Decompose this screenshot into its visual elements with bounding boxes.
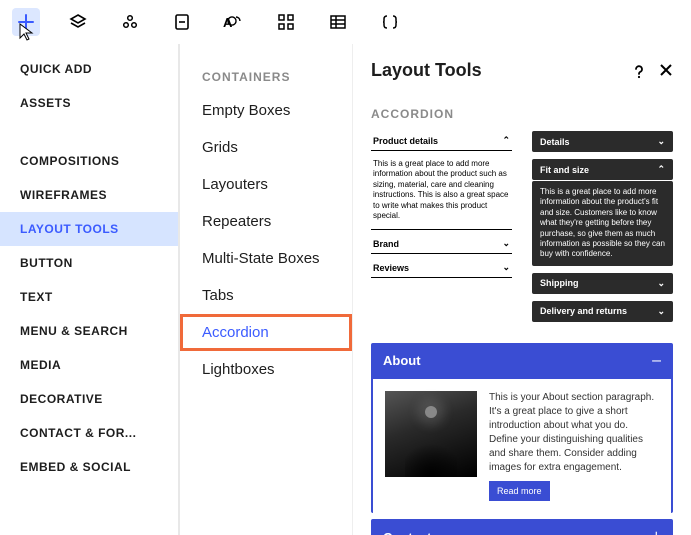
preview-panel: Layout Tools ACCORDION Product details ⌃… xyxy=(352,44,691,535)
top-toolbar: A xyxy=(0,0,691,44)
mid-item-empty-boxes[interactable]: Empty Boxes xyxy=(180,92,352,129)
add-button[interactable] xyxy=(12,8,40,36)
mid-item-tabs[interactable]: Tabs xyxy=(180,277,352,314)
braces-icon[interactable] xyxy=(376,8,404,36)
text-style-icon[interactable]: A xyxy=(220,8,248,36)
about-title: About xyxy=(383,353,421,368)
mid-item-repeaters[interactable]: Repeaters xyxy=(180,203,352,240)
accordion-preview-contact[interactable]: Contact + xyxy=(371,519,673,535)
page-icon[interactable] xyxy=(168,8,196,36)
sidebar-item-embed-social[interactable]: EMBED & SOCIAL xyxy=(0,450,178,484)
close-icon[interactable] xyxy=(659,63,673,79)
subcategory-list: CONTAINERS Empty Boxes Grids Layouters R… xyxy=(178,44,352,535)
mid-item-multi-state[interactable]: Multi-State Boxes xyxy=(180,240,352,277)
about-body-text: This is your About section paragraph. It… xyxy=(489,391,659,475)
sidebar-item-button[interactable]: BUTTON xyxy=(0,246,178,280)
chevron-down-icon: ⌄ xyxy=(502,262,510,273)
table-icon[interactable] xyxy=(324,8,352,36)
acc-row-label: Brand xyxy=(373,239,399,249)
category-sidebar: QUICK ADD ASSETS COMPOSITIONS WIREFRAMES… xyxy=(0,44,178,535)
minus-icon: – xyxy=(652,352,661,370)
chevron-down-icon: ⌄ xyxy=(502,238,510,249)
acc-row-body: This is a great place to add more inform… xyxy=(371,155,512,230)
acc-row-label: Product details xyxy=(373,136,438,146)
acc-row-label: Reviews xyxy=(373,263,409,273)
panel-title: Layout Tools xyxy=(371,60,482,81)
subcategory-heading: CONTAINERS xyxy=(180,62,352,92)
acc-row-label: Shipping xyxy=(540,278,579,288)
layers-icon[interactable] xyxy=(64,8,92,36)
sidebar-item-text[interactable]: TEXT xyxy=(0,280,178,314)
contact-title: Contact xyxy=(383,530,431,535)
sidebar-item-contact-forms[interactable]: CONTACT & FOR... xyxy=(0,416,178,450)
shapes-icon[interactable] xyxy=(116,8,144,36)
mid-item-grids[interactable]: Grids xyxy=(180,129,352,166)
help-icon[interactable] xyxy=(631,63,647,79)
sidebar-item-quick-add[interactable]: QUICK ADD xyxy=(0,52,178,86)
acc-row-body: This is a great place to add more inform… xyxy=(532,181,673,266)
accordion-preview-about[interactable]: About – This is your About section parag… xyxy=(371,343,673,514)
sidebar-item-media[interactable]: MEDIA xyxy=(0,348,178,382)
acc-row-label: Fit and size xyxy=(540,165,589,175)
grid-icon[interactable] xyxy=(272,8,300,36)
sidebar-item-layout-tools[interactable]: LAYOUT TOOLS xyxy=(0,212,178,246)
chevron-up-icon: ⌃ xyxy=(657,164,665,175)
accordion-preview-light[interactable]: Product details ⌃ This is a great place … xyxy=(371,131,512,325)
panel-subhead: ACCORDION xyxy=(371,93,673,131)
chevron-down-icon: ⌄ xyxy=(657,306,665,317)
about-thumbnail xyxy=(385,391,477,477)
acc-row-label: Delivery and returns xyxy=(540,306,627,316)
accordion-preview-dark[interactable]: Details ⌄ Fit and size ⌃ This is a great… xyxy=(532,131,673,325)
mid-item-layouters[interactable]: Layouters xyxy=(180,166,352,203)
sidebar-item-menu-search[interactable]: MENU & SEARCH xyxy=(0,314,178,348)
sidebar-item-wireframes[interactable]: WIREFRAMES xyxy=(0,178,178,212)
sidebar-item-decorative[interactable]: DECORATIVE xyxy=(0,382,178,416)
mid-item-accordion[interactable]: Accordion xyxy=(180,314,352,351)
sidebar-item-compositions[interactable]: COMPOSITIONS xyxy=(0,144,178,178)
chevron-down-icon: ⌄ xyxy=(657,278,665,289)
acc-row-label: Details xyxy=(540,137,570,147)
sidebar-item-assets[interactable]: ASSETS xyxy=(0,86,178,120)
chevron-down-icon: ⌄ xyxy=(657,136,665,147)
chevron-up-icon: ⌃ xyxy=(502,135,510,146)
mid-item-lightboxes[interactable]: Lightboxes xyxy=(180,351,352,388)
plus-icon: + xyxy=(652,528,661,535)
read-more-button[interactable]: Read more xyxy=(489,481,550,502)
